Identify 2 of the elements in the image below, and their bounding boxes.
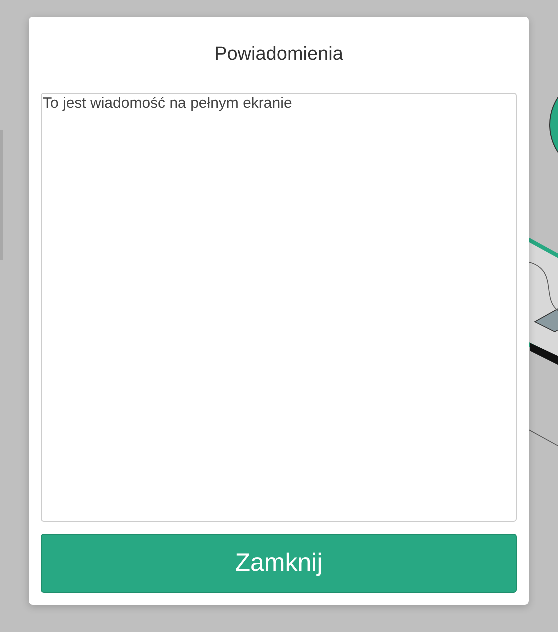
dialog-title: Powiadomienia [214,43,344,67]
message-field[interactable]: To jest wiadomość na pełnym ekranie [41,93,517,522]
